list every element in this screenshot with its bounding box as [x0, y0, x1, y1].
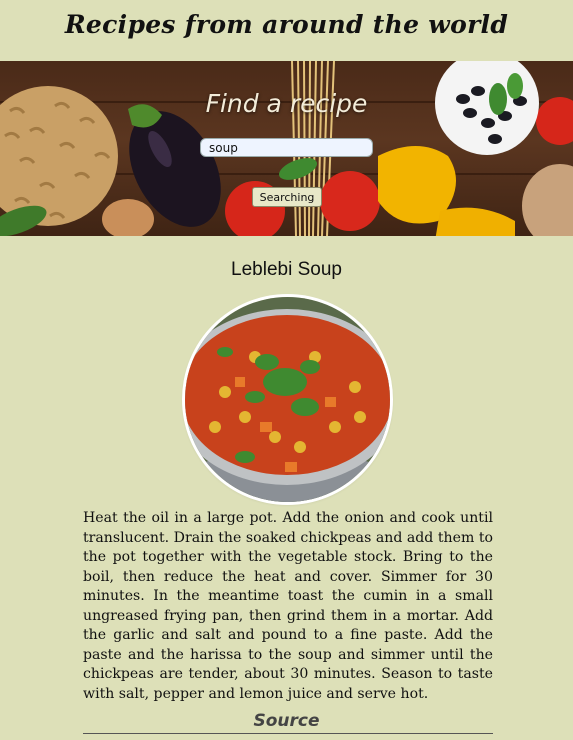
find-recipe-heading: Find a recipe — [205, 89, 368, 118]
recipe-title: Leblebi Soup — [231, 259, 342, 280]
bottom-divider — [83, 733, 493, 734]
recipe-photo — [185, 297, 390, 502]
recipe-search-input[interactable] — [200, 138, 373, 157]
soup-bowl-illustration — [185, 297, 390, 502]
site-title: Recipes from around the world — [64, 10, 509, 39]
hero-banner: Find a recipe Searching — [0, 61, 573, 236]
search-button[interactable]: Searching — [252, 187, 322, 207]
source-link[interactable]: Source — [0, 711, 573, 731]
recipe-instructions: Heat the oil in a large pot. Add the oni… — [83, 510, 493, 702]
